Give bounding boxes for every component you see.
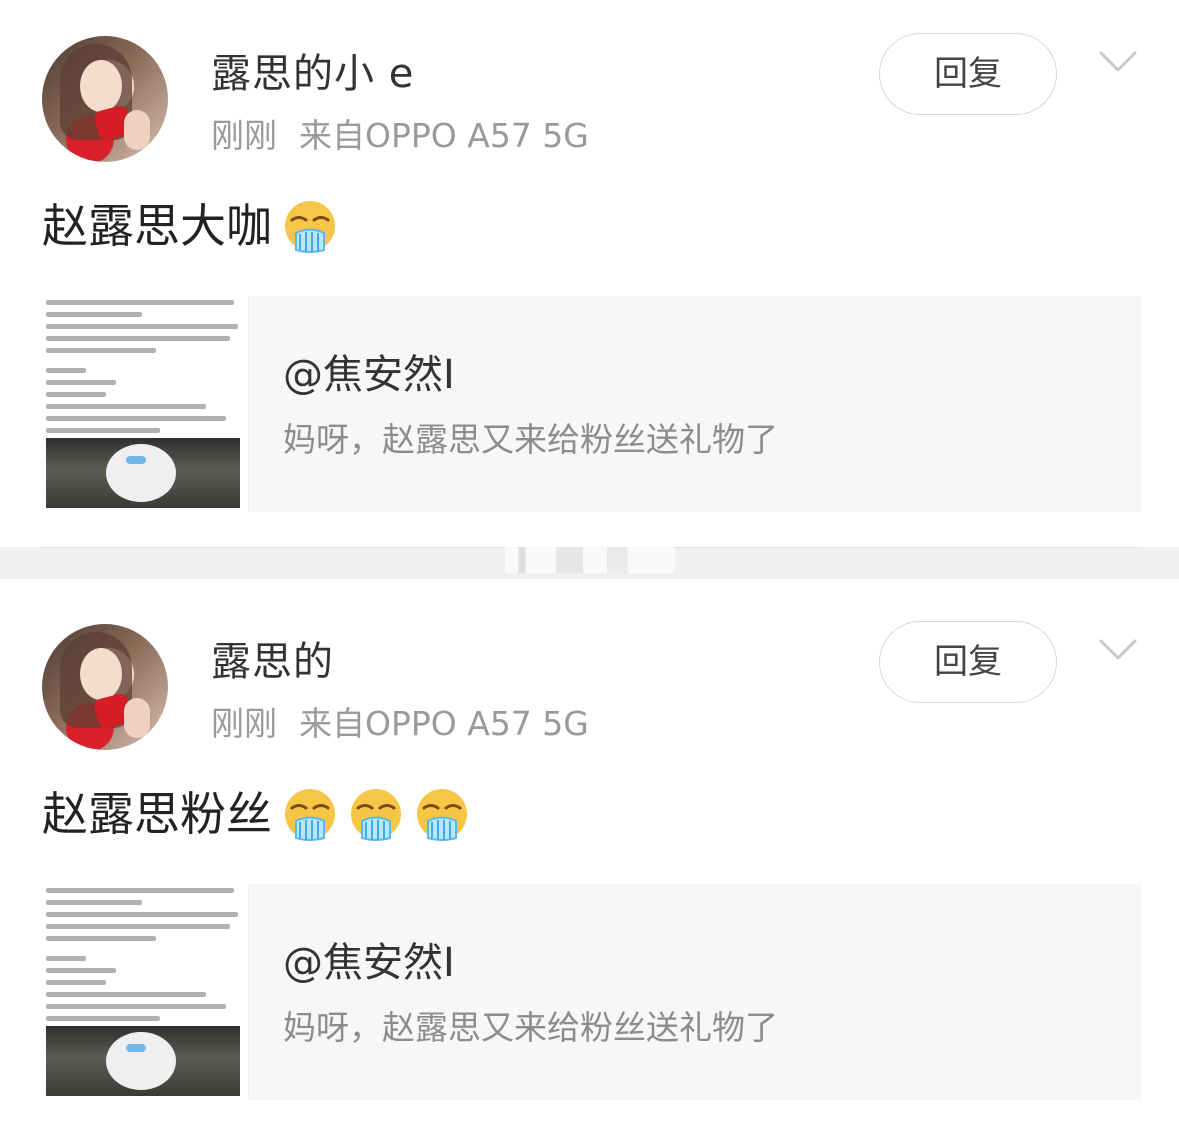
shared-post-description: 妈呀，赵露思又来给粉丝送礼物了 xyxy=(283,420,778,459)
avatar[interactable] xyxy=(42,624,168,750)
comment-time: 刚刚 xyxy=(211,704,277,743)
shared-post-card[interactable]: @焦安然I 妈呀，赵露思又来给粉丝送礼物了 xyxy=(36,884,1142,1100)
avatar-hand xyxy=(124,698,150,738)
bunny-bow-image xyxy=(126,1044,146,1052)
comment-meta: 刚刚 来自OPPO A57 5G xyxy=(211,703,589,745)
drooling-face-icon xyxy=(285,789,335,841)
avatar-hand xyxy=(124,110,150,150)
shared-post-thumbnail xyxy=(36,884,249,1100)
comment-text-content: 赵露思粉丝 xyxy=(42,787,272,841)
comment-text: 赵露思大咖 xyxy=(42,196,338,256)
shared-post-thumbnail xyxy=(36,296,249,512)
reply-button[interactable]: 回复 xyxy=(879,621,1057,703)
chevron-down-icon[interactable] xyxy=(1099,50,1137,74)
reply-button[interactable]: 回复 xyxy=(879,33,1057,115)
drooling-face-icon xyxy=(351,789,401,841)
username[interactable]: 露思的 xyxy=(211,637,334,687)
drooling-face-icon xyxy=(285,201,335,253)
comment-text: 赵露思粉丝 xyxy=(42,784,470,844)
comment-item: 露思的 刚刚 来自OPPO A57 5G 回复 赵露思粉丝 @焦安然I 妈呀，赵… xyxy=(0,588,1179,1148)
avatar-face xyxy=(80,60,122,112)
shared-post-card[interactable]: @焦安然I 妈呀，赵露思又来给粉丝送礼物了 xyxy=(36,296,1142,512)
comment-divider xyxy=(0,547,1179,579)
bunny-plush-image xyxy=(106,1032,176,1090)
comment-source: 来自OPPO A57 5G xyxy=(299,116,589,155)
comment-meta: 刚刚 来自OPPO A57 5G xyxy=(211,115,589,157)
drooling-face-icon xyxy=(417,789,467,841)
avatar-face xyxy=(80,648,122,700)
username[interactable]: 露思的小 e xyxy=(211,49,414,99)
avatar[interactable] xyxy=(42,36,168,162)
comment-text-content: 赵露思大咖 xyxy=(42,199,272,253)
shared-post-title: @焦安然I xyxy=(283,352,455,398)
comment-time: 刚刚 xyxy=(211,116,277,155)
bunny-bow-image xyxy=(126,456,146,464)
comment-item: 露思的小 e 刚刚 来自OPPO A57 5G 回复 赵露思大咖 @焦安然I 妈… xyxy=(0,0,1179,560)
redaction-mark xyxy=(505,547,675,573)
bunny-plush-image xyxy=(106,444,176,502)
shared-post-description: 妈呀，赵露思又来给粉丝送礼物了 xyxy=(283,1008,778,1047)
shared-post-title: @焦安然I xyxy=(283,940,455,986)
comment-source: 来自OPPO A57 5G xyxy=(299,704,589,743)
chevron-down-icon[interactable] xyxy=(1099,638,1137,662)
